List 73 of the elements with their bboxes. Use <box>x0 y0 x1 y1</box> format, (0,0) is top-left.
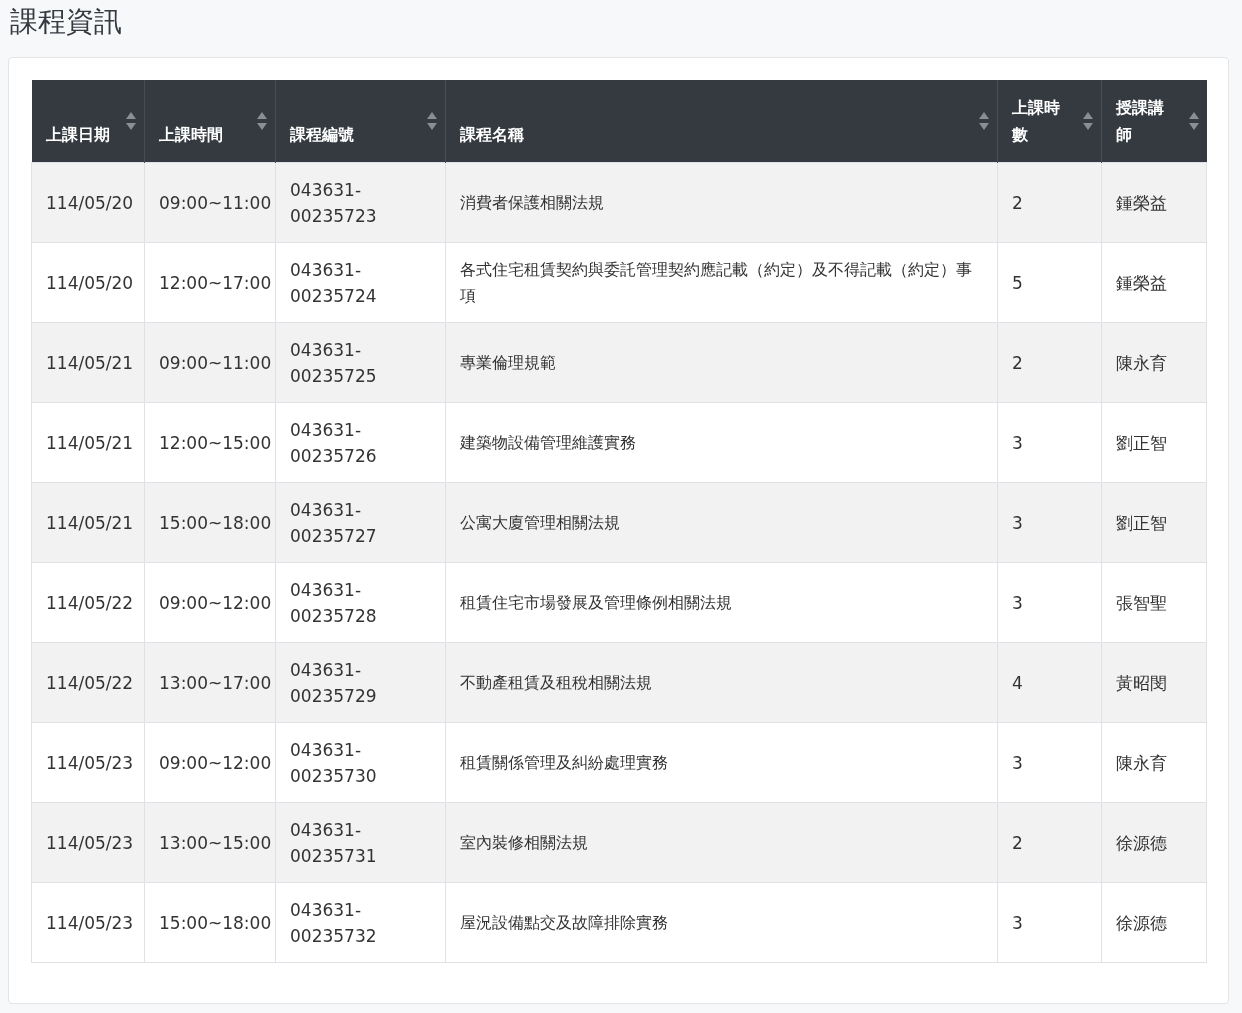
column-header[interactable]: 課程名稱 <box>445 80 998 163</box>
table-cell: 徐源德 <box>1101 802 1207 883</box>
sort-icon[interactable] <box>1188 111 1199 131</box>
sort-icon[interactable] <box>427 111 437 131</box>
sort-icon[interactable] <box>979 111 989 131</box>
table-cell: 3 <box>997 882 1102 963</box>
table-cell: 屋況設備點交及故障排除實務 <box>445 882 998 963</box>
column-header[interactable]: 上課時間 <box>144 80 276 163</box>
table-cell: 建築物設備管理維護實務 <box>445 402 998 483</box>
table-cell: 3 <box>997 562 1102 643</box>
table-cell: 5 <box>997 242 1102 323</box>
table-cell: 043631-00235729 <box>275 642 446 723</box>
table-cell: 各式住宅租賃契約與委託管理契約應記載（約定）及不得記載（約定）事項 <box>445 242 998 323</box>
table-cell: 鍾榮益 <box>1101 162 1207 243</box>
sort-icon[interactable] <box>257 111 267 131</box>
table-cell: 3 <box>997 722 1102 803</box>
page-title: 課程資訊 <box>9 4 123 40</box>
table-cell: 114/05/23 <box>31 882 145 963</box>
table-cell: 114/05/23 <box>31 722 145 803</box>
table-cell: 09:00~12:00 <box>144 722 276 803</box>
column-header[interactable]: 上課日期 <box>31 80 145 163</box>
table-cell: 09:00~11:00 <box>144 322 276 403</box>
table-cell: 043631-00235724 <box>275 242 446 323</box>
table-cell: 043631-00235730 <box>275 722 446 803</box>
table-cell: 2 <box>997 162 1102 243</box>
table-cell: 114/05/20 <box>31 242 145 323</box>
table-cell: 043631-00235725 <box>275 322 446 403</box>
table-cell: 劉正智 <box>1101 402 1207 483</box>
table-cell: 09:00~12:00 <box>144 562 276 643</box>
table-cell: 043631-00235732 <box>275 882 446 963</box>
table-cell: 15:00~18:00 <box>144 482 276 563</box>
column-header[interactable]: 課程編號 <box>275 80 446 163</box>
table-cell: 張智聖 <box>1101 562 1207 643</box>
table-cell: 12:00~17:00 <box>144 242 276 323</box>
table-cell: 114/05/22 <box>31 642 145 723</box>
table-cell: 12:00~15:00 <box>144 402 276 483</box>
table-cell: 15:00~18:00 <box>144 882 276 963</box>
table-cell: 室內裝修相關法規 <box>445 802 998 883</box>
table-cell: 043631-00235728 <box>275 562 446 643</box>
table-cell: 114/05/21 <box>31 322 145 403</box>
table-cell: 租賃關係管理及糾紛處理實務 <box>445 722 998 803</box>
sort-icon[interactable] <box>126 111 136 131</box>
table-cell: 專業倫理規範 <box>445 322 998 403</box>
table-cell: 3 <box>997 402 1102 483</box>
table-cell: 陳永育 <box>1101 322 1207 403</box>
table-cell: 2 <box>997 322 1102 403</box>
table-cell: 劉正智 <box>1101 482 1207 563</box>
sort-icon[interactable] <box>1083 111 1093 131</box>
table-cell: 114/05/20 <box>31 162 145 243</box>
table-cell: 043631-00235726 <box>275 402 446 483</box>
table-cell: 租賃住宅市場發展及管理條例相關法規 <box>445 562 998 643</box>
table-cell: 043631-00235727 <box>275 482 446 563</box>
table-cell: 114/05/23 <box>31 802 145 883</box>
table-cell: 黃昭閔 <box>1101 642 1207 723</box>
table-cell: 114/05/21 <box>31 402 145 483</box>
table-cell: 114/05/22 <box>31 562 145 643</box>
table-cell: 09:00~11:00 <box>144 162 276 243</box>
table-cell: 13:00~17:00 <box>144 642 276 723</box>
table-cell: 4 <box>997 642 1102 723</box>
table-cell: 114/05/21 <box>31 482 145 563</box>
table-cell: 2 <box>997 802 1102 883</box>
table-cell: 不動產租賃及租稅相關法規 <box>445 642 998 723</box>
table-cell: 徐源德 <box>1101 882 1207 963</box>
table-cell: 043631-00235731 <box>275 802 446 883</box>
column-header[interactable]: 上課時數 <box>997 80 1102 163</box>
table-cell: 3 <box>997 482 1102 563</box>
table-cell: 陳永育 <box>1101 722 1207 803</box>
table-cell: 13:00~15:00 <box>144 802 276 883</box>
table-cell: 鍾榮益 <box>1101 242 1207 323</box>
table-cell: 公寓大廈管理相關法規 <box>445 482 998 563</box>
column-header[interactable]: 授課講師 <box>1101 80 1207 163</box>
table-cell: 043631-00235723 <box>275 162 446 243</box>
table-cell: 消費者保護相關法規 <box>445 162 998 243</box>
